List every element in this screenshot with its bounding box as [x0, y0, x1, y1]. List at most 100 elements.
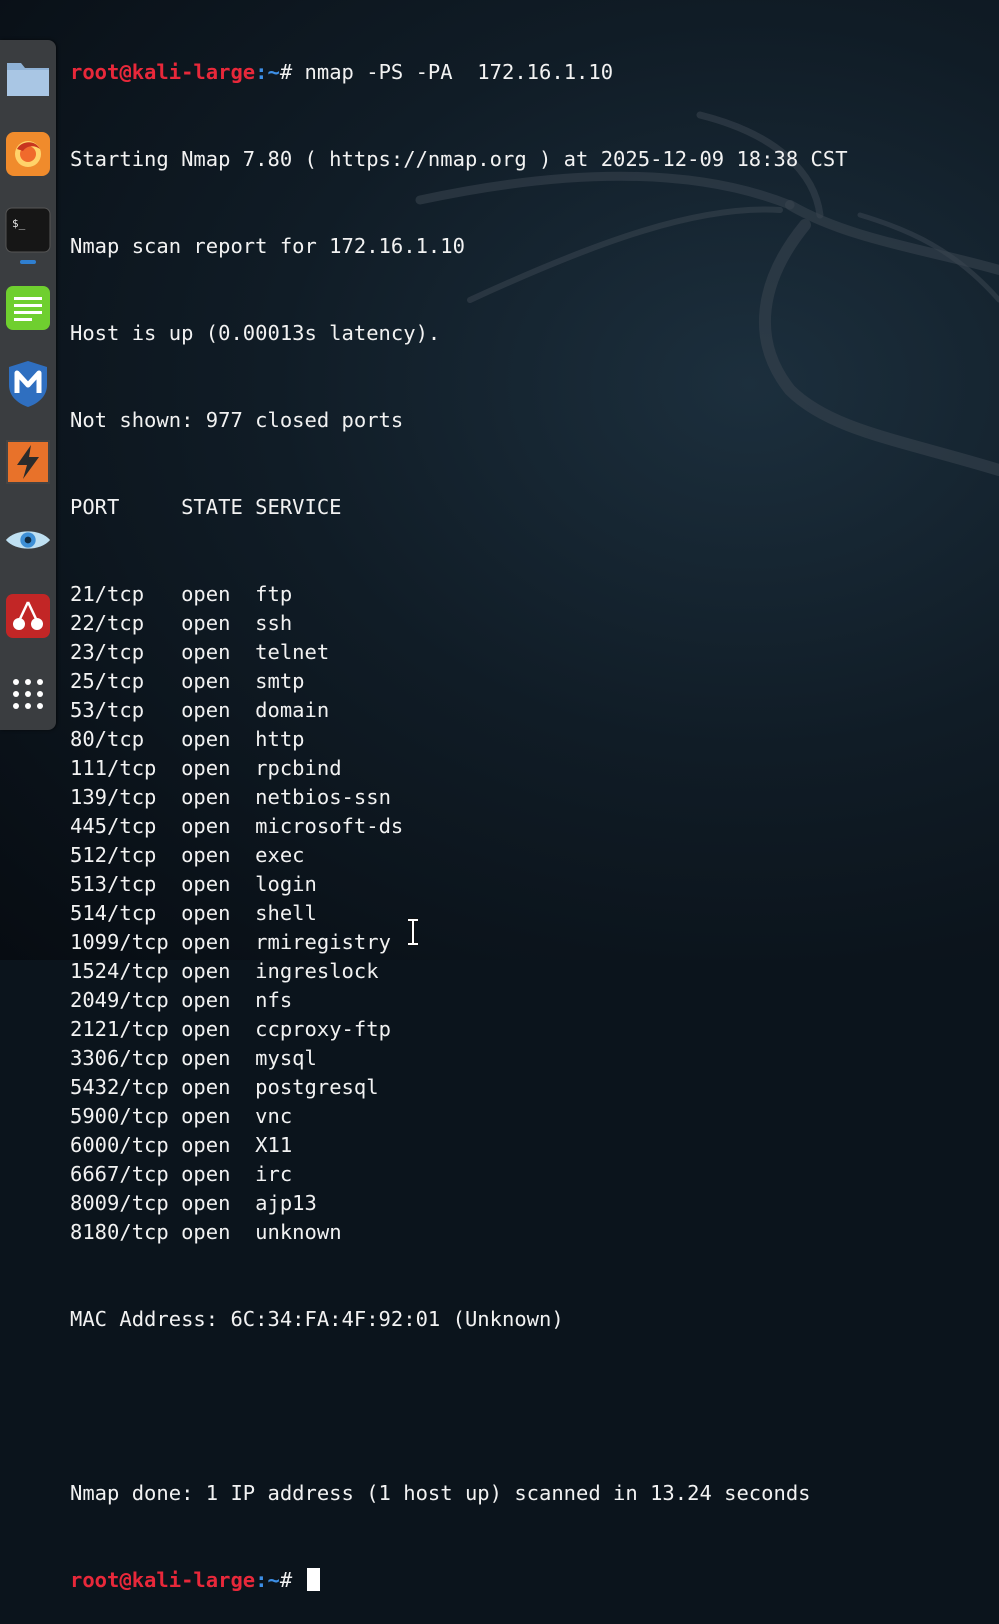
port-row: 23/tcp open telnet [70, 638, 999, 667]
dock-item-terminal[interactable]: $_ [4, 206, 52, 254]
port-table-header: PORT STATE SERVICE [70, 495, 342, 519]
port-state: open [181, 901, 231, 925]
prompt-path: :~ [255, 1568, 280, 1592]
prompt-user-host: root@kali-large [70, 60, 256, 84]
port-state: open [181, 611, 231, 635]
nmap-start-line: Starting Nmap 7.80 ( https://nmap.org ) … [70, 147, 848, 171]
port-state: open [181, 1104, 231, 1128]
port-service: http [255, 727, 305, 751]
prompt-symbol: # [279, 60, 305, 84]
eye-icon [5, 531, 51, 549]
port-row: 1099/tcp open rmiregistry [70, 928, 999, 957]
port-row: 6667/tcp open irc [70, 1160, 999, 1189]
port-service: vnc [255, 1104, 293, 1128]
port-state: open [181, 959, 231, 983]
port-number: 445/tcp [70, 814, 157, 838]
port-row: 445/tcp open microsoft-ds [70, 812, 999, 841]
firefox-icon [6, 132, 50, 176]
port-number: 21/tcp [70, 582, 145, 606]
port-state: open [181, 1075, 231, 1099]
port-row: 2049/tcp open nfs [70, 986, 999, 1015]
port-state: open [181, 1191, 231, 1215]
port-service: telnet [255, 640, 330, 664]
port-service: netbios-ssn [255, 785, 391, 809]
dock-item-firefox[interactable] [4, 130, 52, 178]
text-editor-icon [6, 286, 50, 330]
active-indicator [20, 260, 36, 264]
folder-icon [7, 63, 49, 96]
dock-item-recon[interactable] [4, 516, 52, 564]
port-row: 512/tcp open exec [70, 841, 999, 870]
mac-address-line: MAC Address: 6C:34:FA:4F:92:01 (Unknown) [70, 1307, 564, 1331]
port-number: 22/tcp [70, 611, 145, 635]
port-number: 513/tcp [70, 872, 157, 896]
port-row: 8009/tcp open ajp13 [70, 1189, 999, 1218]
port-state: open [181, 930, 231, 954]
port-service: microsoft-ds [255, 814, 404, 838]
port-service: shell [255, 901, 317, 925]
port-state: open [181, 1162, 231, 1186]
port-state: open [181, 814, 231, 838]
host-up-line: Host is up (0.00013s latency). [70, 321, 441, 345]
port-service: irc [255, 1162, 293, 1186]
port-service: mysql [255, 1046, 317, 1070]
port-number: 23/tcp [70, 640, 145, 664]
port-number: 53/tcp [70, 698, 145, 722]
text-cursor [306, 1568, 320, 1591]
port-state: open [181, 669, 231, 693]
port-state: open [181, 640, 231, 664]
port-number: 111/tcp [70, 756, 157, 780]
dock-item-metasploit[interactable] [4, 360, 52, 408]
port-state: open [181, 1017, 231, 1041]
port-service: ssh [255, 611, 293, 635]
port-number: 25/tcp [70, 669, 145, 693]
prompt-line-current[interactable]: root@kali-large:~# [70, 1566, 999, 1595]
port-row: 5432/tcp open postgresql [70, 1073, 999, 1102]
port-state: open [181, 698, 231, 722]
port-number: 514/tcp [70, 901, 157, 925]
not-shown-line: Not shown: 977 closed ports [70, 408, 404, 432]
port-state: open [181, 756, 231, 780]
port-state: open [181, 1220, 231, 1244]
port-service: X11 [255, 1133, 293, 1157]
scan-report-line: Nmap scan report for 172.16.1.10 [70, 234, 465, 258]
port-service: rpcbind [255, 756, 342, 780]
port-service: postgresql [255, 1075, 379, 1099]
metasploit-icon [9, 361, 47, 407]
port-service: ajp13 [255, 1191, 317, 1215]
port-row: 3306/tcp open mysql [70, 1044, 999, 1073]
port-service: login [255, 872, 317, 896]
port-number: 8009/tcp [70, 1191, 169, 1215]
port-row: 139/tcp open netbios-ssn [70, 783, 999, 812]
port-service: ccproxy-ftp [255, 1017, 391, 1041]
port-row: 8180/tcp open unknown [70, 1218, 999, 1247]
port-state: open [181, 872, 231, 896]
port-service: exec [255, 843, 305, 867]
port-state: open [181, 843, 231, 867]
port-row: 111/tcp open rpcbind [70, 754, 999, 783]
port-row: 53/tcp open domain [70, 696, 999, 725]
port-state: open [181, 785, 231, 809]
port-number: 2049/tcp [70, 988, 169, 1012]
dock-item-burpsuite[interactable] [4, 438, 52, 486]
command-text: nmap -PS -PA 172.16.1.10 [304, 60, 614, 84]
port-number: 6667/tcp [70, 1162, 169, 1186]
prompt-line: root@kali-large:~# nmap -PS -PA 172.16.1… [70, 58, 999, 87]
dock-item-text-editor[interactable] [4, 284, 52, 332]
port-service: domain [255, 698, 330, 722]
dock-item-cherrytree[interactable] [4, 592, 52, 640]
port-number: 80/tcp [70, 727, 145, 751]
terminal-output[interactable]: root@kali-large:~# nmap -PS -PA 172.16.1… [70, 0, 999, 1592]
port-number: 8180/tcp [70, 1220, 169, 1244]
port-number: 5432/tcp [70, 1075, 169, 1099]
port-number: 512/tcp [70, 843, 157, 867]
port-row: 2121/tcp open ccproxy-ftp [70, 1015, 999, 1044]
svg-text:$_: $_ [12, 217, 26, 230]
port-service: ingreslock [255, 959, 379, 983]
dock-item-app-grid[interactable] [4, 670, 52, 718]
nmap-done-line: Nmap done: 1 IP address (1 host up) scan… [70, 1481, 811, 1505]
port-row: 1524/tcp open ingreslock [70, 957, 999, 986]
port-state: open [181, 727, 231, 751]
dock-item-files[interactable] [4, 54, 52, 102]
